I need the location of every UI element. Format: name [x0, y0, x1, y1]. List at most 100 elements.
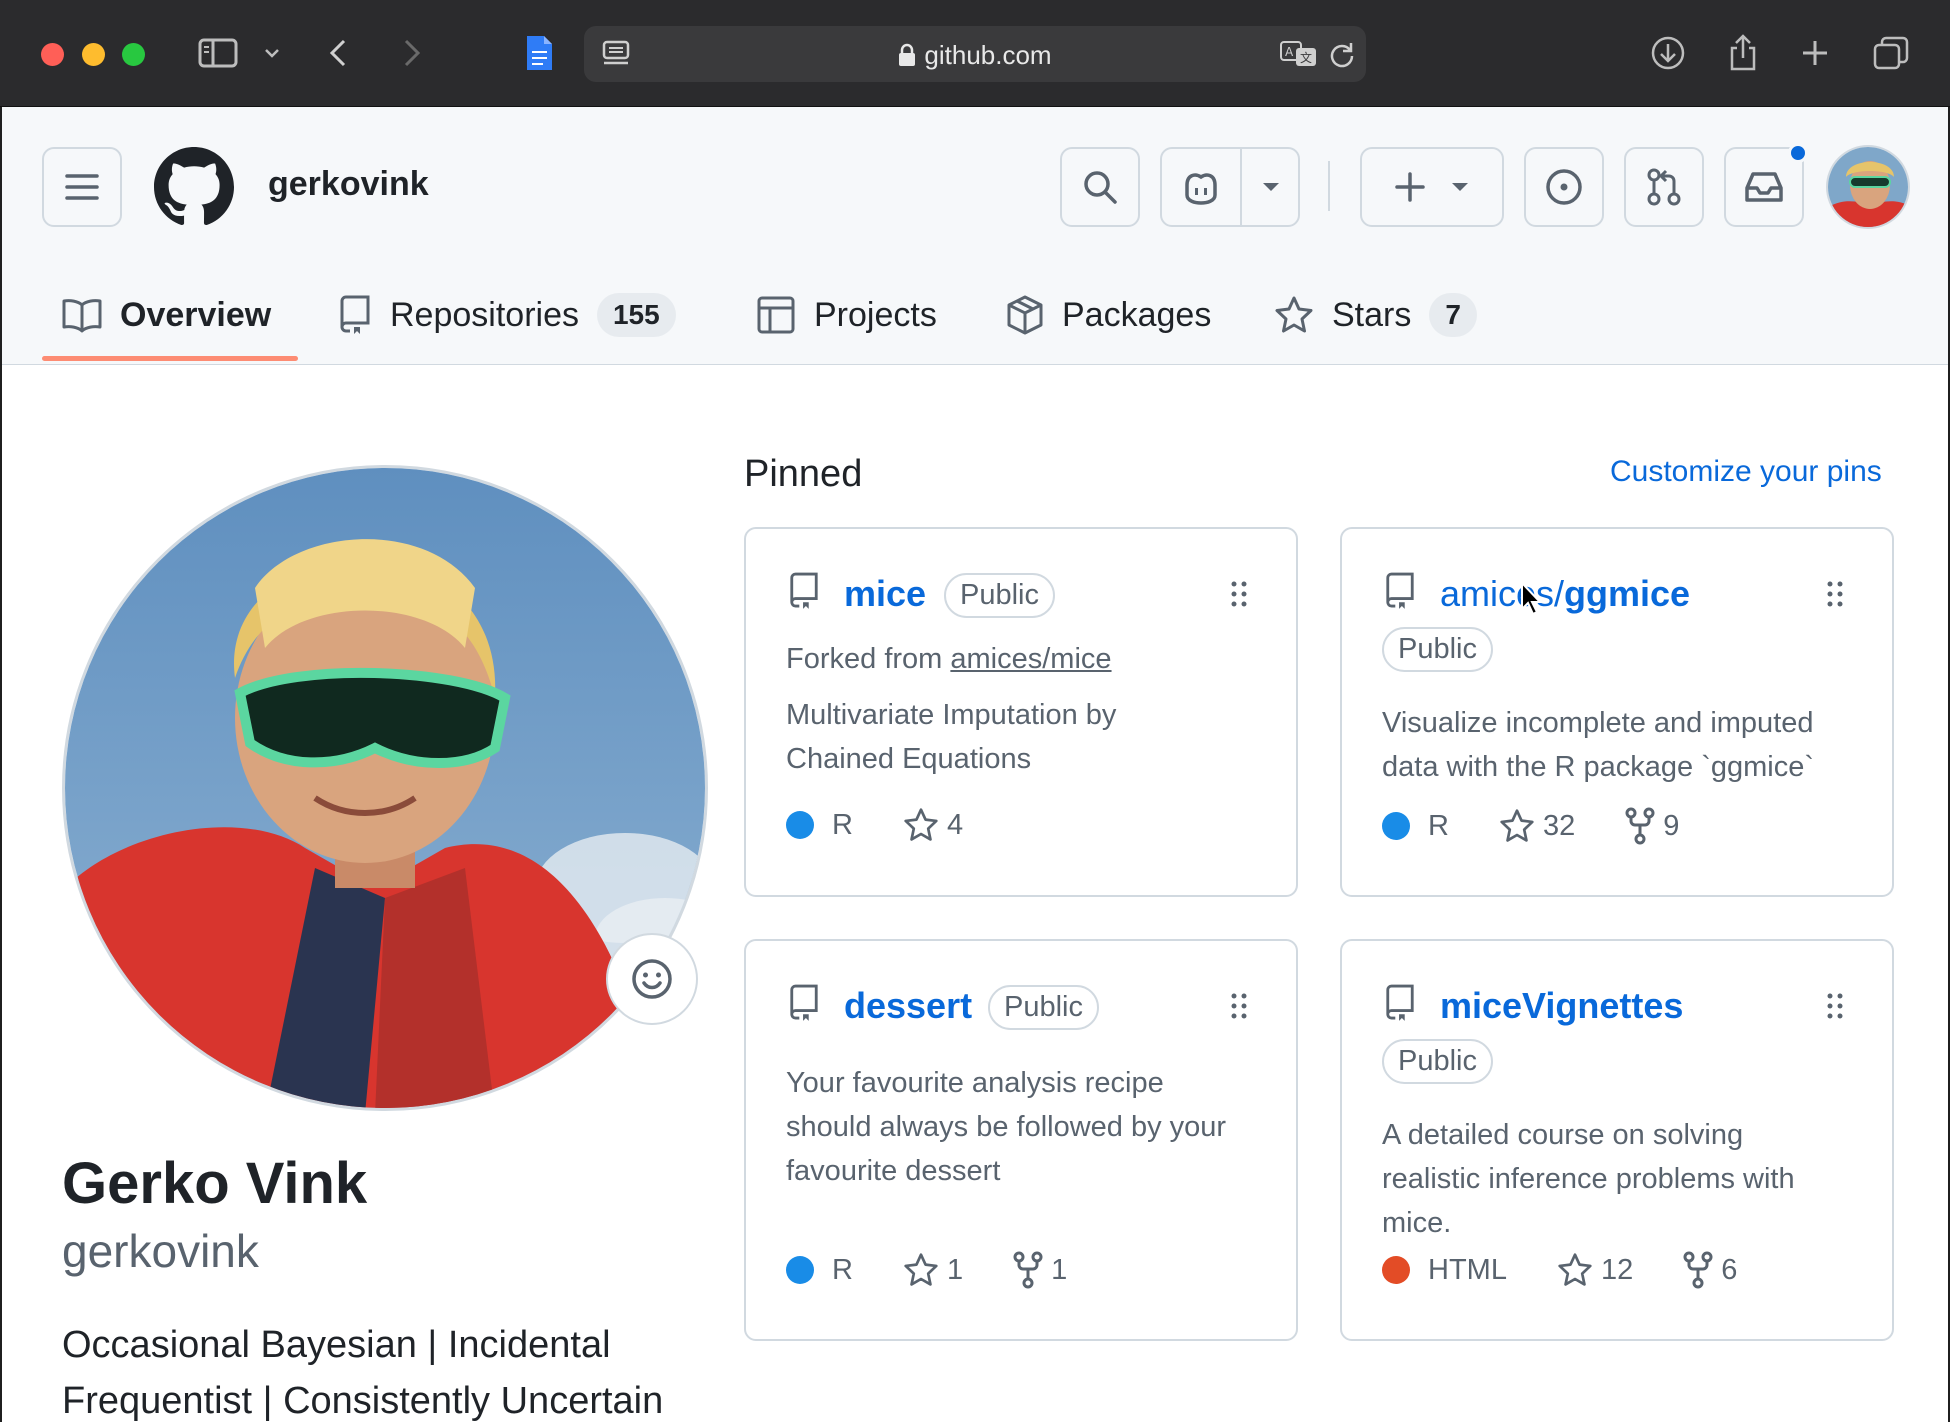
language-color-dot [1382, 812, 1410, 840]
inbox-icon [1745, 172, 1783, 202]
sidebar-icon[interactable] [196, 30, 240, 76]
doc-icon[interactable] [522, 30, 556, 76]
repo-meta: R 32 9 [1382, 807, 1729, 845]
share-icon[interactable] [1726, 30, 1760, 76]
tab-overview[interactable]: Overview [62, 267, 271, 363]
repo-language: HTML [1382, 1254, 1507, 1287]
set-status-button[interactable] [606, 933, 698, 1025]
tab-repositories[interactable]: Repositories 155 [338, 267, 676, 363]
close-window-button[interactable] [41, 43, 64, 66]
star-icon [1275, 296, 1313, 333]
repo-forks[interactable]: 9 [1625, 807, 1679, 845]
issues-button[interactable] [1524, 147, 1604, 227]
pull-requests-button[interactable] [1624, 147, 1704, 227]
forked-from-link[interactable]: amices/mice [950, 643, 1111, 675]
visibility-badge: Public [988, 985, 1099, 1030]
repo-language: R [786, 809, 853, 842]
search-button[interactable] [1060, 147, 1140, 227]
tab-stars[interactable]: Stars 7 [1274, 267, 1477, 363]
repo-stars[interactable]: 12 [1557, 1252, 1633, 1288]
github-header: gerkovink Overview Repositories 155 Proj… [2, 107, 1948, 365]
copilot-button[interactable] [1162, 149, 1242, 225]
tab-label: Stars [1332, 295, 1412, 334]
star-icon [904, 808, 938, 841]
svg-text:A: A [1285, 45, 1294, 59]
new-tab-icon[interactable] [1800, 30, 1830, 76]
star-icon [1558, 1253, 1592, 1286]
repo-stars[interactable]: 1 [903, 1252, 963, 1288]
repo-language: R [1382, 810, 1449, 843]
drag-handle-icon[interactable] [1230, 991, 1248, 1026]
translate-icon[interactable]: A文 [1280, 40, 1318, 73]
repo-link[interactable]: miceVignettes [1440, 985, 1683, 1027]
minimize-window-button[interactable] [82, 43, 105, 66]
repo-meta: R 4 [786, 807, 1013, 843]
repo-stars[interactable]: 4 [903, 807, 963, 843]
plus-icon [1395, 172, 1425, 202]
drag-handle-icon[interactable] [1826, 579, 1844, 614]
repo-icon [1384, 571, 1416, 616]
profile-bio: Occasional Bayesian | Incidental Frequen… [62, 1324, 664, 1422]
back-icon[interactable] [326, 30, 350, 76]
pinned-card-micevignettes: miceVignettes Public A detailed course o… [1340, 939, 1894, 1341]
profile-avatar[interactable] [62, 465, 708, 1111]
tab-label: Overview [120, 295, 272, 334]
copilot-button-group [1160, 147, 1300, 227]
triangle-down-icon [1452, 183, 1468, 191]
svg-text:文: 文 [1300, 50, 1312, 65]
browser-toolbar: github.com A文 [0, 0, 1950, 107]
create-new-button[interactable] [1360, 147, 1504, 227]
repo-link[interactable]: mice [844, 573, 926, 615]
fork-icon [1683, 1251, 1713, 1289]
repo-forks[interactable]: 6 [1683, 1251, 1737, 1289]
repo-meta: HTML 12 6 [1382, 1251, 1787, 1289]
repo-description: Your favourite analysis recipe should alw… [786, 1067, 1227, 1187]
repositories-count: 155 [596, 293, 676, 337]
tab-projects[interactable]: Projects [756, 267, 937, 363]
chevron-down-icon[interactable] [262, 30, 282, 76]
zoom-window-button[interactable] [122, 43, 145, 66]
github-logo-icon[interactable] [154, 147, 234, 232]
repo-description: A detailed course on solving realistic in… [1382, 1119, 1795, 1239]
repo-icon [788, 571, 820, 616]
tab-overview-icon[interactable] [1872, 30, 1910, 76]
drag-handle-icon[interactable] [1230, 579, 1248, 614]
drag-handle-icon[interactable] [1826, 991, 1844, 1026]
fork-icon [1625, 807, 1655, 845]
pinned-card-mice: mice Public Forked from amices/mice Mult… [744, 527, 1298, 897]
notification-indicator [1788, 143, 1808, 163]
pinned-card-ggmice: amices/ggmice Public Visualize incomplet… [1340, 527, 1894, 897]
tab-label: Packages [1062, 295, 1212, 334]
repo-stars[interactable]: 32 [1499, 808, 1575, 844]
repo-description: Multivariate Imputation by Chained Equati… [786, 699, 1117, 775]
smiley-icon [632, 959, 672, 999]
copilot-dropdown[interactable] [1244, 149, 1298, 225]
reload-icon[interactable] [1328, 40, 1356, 73]
repo-forks[interactable]: 1 [1013, 1251, 1067, 1289]
language-color-dot [786, 811, 814, 839]
git-pull-request-icon [1647, 168, 1681, 206]
profile-name: Gerko Vink [62, 1151, 368, 1216]
forward-icon[interactable] [400, 30, 424, 76]
address-bar[interactable]: github.com A文 [584, 26, 1366, 82]
copilot-icon [1185, 173, 1217, 205]
user-avatar[interactable] [1826, 145, 1910, 229]
issue-opened-icon [1546, 169, 1582, 205]
forked-from: Forked from amices/mice [786, 643, 1112, 675]
repo-link[interactable]: dessert [844, 985, 972, 1027]
book-icon [62, 299, 102, 333]
table-icon [757, 296, 795, 334]
hamburger-icon [65, 174, 99, 200]
fork-icon [1013, 1251, 1043, 1289]
header-username[interactable]: gerkovink [268, 165, 429, 204]
tab-packages[interactable]: Packages [1006, 267, 1211, 363]
download-icon[interactable] [1650, 30, 1686, 76]
repo-language: R [786, 1254, 853, 1287]
customize-pins-link[interactable]: Customize your pins [1610, 455, 1882, 489]
menu-button[interactable] [42, 147, 122, 227]
mouse-pointer-icon [1520, 580, 1544, 622]
repo-icon [340, 295, 370, 334]
star-icon [904, 1253, 938, 1286]
lock-icon [898, 43, 916, 74]
repo-link[interactable]: amices/ggmice [1440, 573, 1690, 615]
